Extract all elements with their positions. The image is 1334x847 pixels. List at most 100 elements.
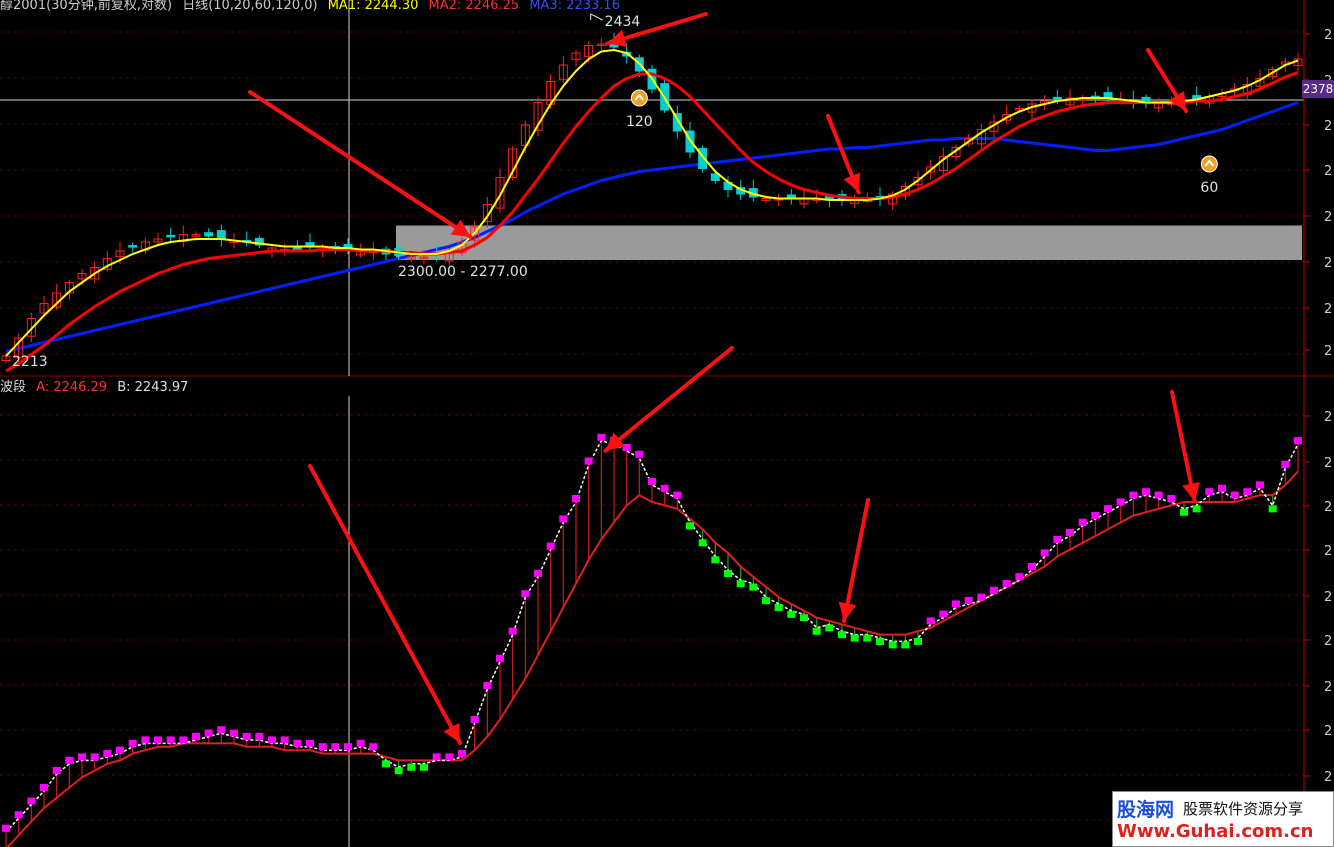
candle-body	[216, 230, 226, 240]
band-block	[850, 634, 859, 642]
ma3-value: MA3: 2233.16	[529, 0, 620, 13]
band-block	[673, 491, 682, 499]
band-block	[27, 797, 36, 805]
support-zone-box	[396, 225, 1302, 260]
support-zone	[396, 225, 1302, 260]
band-block	[800, 614, 808, 622]
band-block	[230, 729, 238, 737]
band-block	[1040, 549, 1049, 557]
band-block	[876, 638, 884, 645]
arrow-head	[1182, 481, 1200, 502]
axis-tick-label: 2	[1324, 634, 1332, 649]
band-block	[926, 617, 935, 625]
band-block	[382, 760, 390, 768]
indicator-name: 波段	[0, 380, 27, 395]
arrows	[248, 12, 1200, 745]
band-block	[255, 733, 264, 740]
band-block	[394, 767, 403, 775]
band-block	[1192, 505, 1201, 513]
signal-marker	[630, 89, 648, 107]
band-block	[369, 743, 378, 751]
band-block	[470, 716, 479, 723]
band-block	[1028, 563, 1036, 570]
price-panel-header: 醇2001(30分钟,前复权,对数) 日线(10,20,60,120,0) MA…	[0, 0, 626, 13]
candle-body	[1052, 96, 1062, 101]
band-block	[863, 634, 872, 642]
band-block	[242, 733, 251, 740]
band-block	[116, 746, 124, 754]
band-block	[825, 624, 834, 632]
axis-tick-label: 2	[1324, 724, 1332, 739]
axis-tick-label: 2	[1324, 302, 1332, 317]
band-block	[762, 597, 770, 605]
band-block	[1294, 437, 1302, 445]
watermark-slogan: 股票软件资源分享	[1183, 800, 1304, 818]
watermark: 股海网 股票软件资源分享 Www.Guhai.com.cn	[1112, 791, 1334, 847]
band-block	[496, 654, 504, 662]
band-block	[1256, 481, 1264, 489]
band-block	[1281, 461, 1290, 468]
band-block	[1015, 573, 1024, 581]
band-block	[483, 682, 492, 689]
band-block	[1091, 512, 1100, 519]
axis-tick-label: 2	[1324, 410, 1332, 425]
band-block	[622, 444, 631, 451]
current-price-tag: 2378	[1302, 80, 1334, 98]
band-block	[977, 593, 986, 601]
band-block	[432, 753, 441, 761]
band-block	[572, 495, 580, 502]
band-block	[990, 586, 998, 594]
band-block	[2, 824, 10, 832]
low-price-label: 2213	[12, 354, 48, 370]
arrow-shaft	[248, 90, 473, 239]
band-block	[1053, 535, 1062, 543]
band-block	[1078, 518, 1087, 526]
axis-tick-label: 2	[1324, 28, 1332, 43]
band-block	[458, 750, 466, 757]
series-b-line	[6, 470, 1299, 847]
band-block	[356, 739, 365, 747]
band-block	[1268, 505, 1277, 513]
high-price-label: 2434	[605, 14, 641, 30]
axis-tick-label: 2	[1324, 456, 1332, 471]
band-block	[711, 556, 720, 564]
axis-tick-label: 2	[1324, 164, 1332, 179]
chart-canvas: 2434 2213 2300.00 - 2277.00 120 60 2 2 2 2 2 2 2 2 2…	[0, 0, 1334, 847]
band-block	[90, 753, 99, 761]
band-block	[1243, 488, 1252, 496]
band-block	[724, 570, 732, 577]
band-block	[546, 542, 555, 550]
band-block	[508, 627, 517, 635]
band-block	[166, 736, 175, 744]
band-block	[888, 641, 897, 649]
axis-tick-label: 2	[1324, 500, 1332, 515]
band-block	[1205, 488, 1214, 496]
band-block	[584, 457, 593, 465]
arrow-head	[838, 601, 857, 622]
band-block	[103, 750, 112, 757]
band-block	[128, 739, 137, 747]
band-block	[660, 484, 669, 492]
annotations: 2434 2213 2300.00 - 2277.00 120 60	[12, 13, 1218, 370]
band-block	[774, 604, 783, 611]
band-block	[179, 736, 188, 744]
band-block	[838, 631, 846, 639]
indicator-title: 日线(10,20,60,120,0)	[182, 0, 318, 13]
band-block	[78, 753, 86, 761]
signal-marker-label: 120	[626, 114, 653, 130]
axis-tick-label: 2	[1324, 344, 1332, 359]
band-block	[787, 610, 796, 618]
band-block	[686, 522, 694, 530]
high-price-pointer	[590, 13, 603, 21]
axis-tick-label: 2	[1324, 680, 1332, 695]
band-block	[534, 569, 542, 577]
axis-tick-label: 2	[1324, 544, 1332, 559]
candle-body	[128, 245, 138, 248]
band-block	[40, 784, 48, 791]
support-zone-label: 2300.00 - 2277.00	[398, 264, 528, 280]
axis-tick-label: 2	[1324, 770, 1332, 785]
band-block	[192, 733, 200, 740]
arrow-shaft	[308, 464, 462, 745]
band-block	[1230, 491, 1239, 499]
arrow-shaft	[603, 346, 734, 453]
